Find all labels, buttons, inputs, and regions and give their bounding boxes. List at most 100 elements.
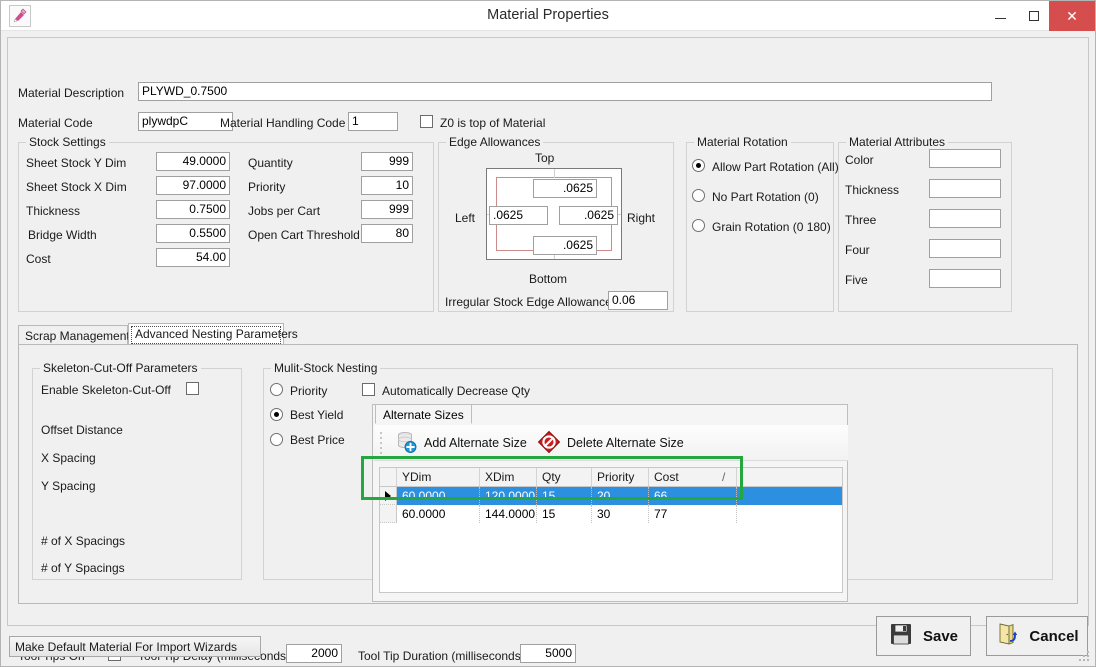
radio-allow-part-rotation[interactable] xyxy=(692,159,705,172)
attr-five-label: Five xyxy=(845,273,868,287)
make-default-material-label: Make Default Material For Import Wizards xyxy=(15,640,237,654)
cell-ydim[interactable]: 60.0000 xyxy=(397,505,480,523)
alternate-sizes-panel: Alternate Sizes xyxy=(372,404,848,602)
sheet-stock-y-input[interactable]: 49.0000 xyxy=(156,152,230,171)
edge-top-input[interactable]: .0625 xyxy=(533,179,597,198)
make-default-material-button[interactable]: Make Default Material For Import Wizards xyxy=(9,636,261,657)
tab-advanced-nesting-parameters[interactable]: Advanced Nesting Parameters xyxy=(128,323,284,344)
grid-header-row: YDim XDim Qty Priority Cost / xyxy=(380,468,842,487)
cell-cost[interactable]: 77 xyxy=(649,505,737,523)
attr-color-label: Color xyxy=(845,153,874,167)
radio-best-yield[interactable] xyxy=(270,408,283,421)
grid-header-ydim[interactable]: YDim xyxy=(397,468,480,486)
grid-header-qty[interactable]: Qty xyxy=(537,468,592,486)
minimize-button[interactable] xyxy=(983,1,1017,30)
radio-priority[interactable] xyxy=(270,383,283,396)
material-description-input[interactable]: PLYWD_0.7500 xyxy=(138,82,992,101)
radio-grain-rotation[interactable] xyxy=(692,219,705,232)
cell-ydim[interactable]: 60.0000 xyxy=(397,487,480,505)
thickness-input[interactable]: 0.7500 xyxy=(156,200,230,219)
edge-bottom-input[interactable]: .0625 xyxy=(533,236,597,255)
bridge-width-input[interactable]: 0.5500 xyxy=(156,224,230,243)
tool-tip-delay-input[interactable]: 2000 xyxy=(286,644,342,663)
x-spacing-label: X Spacing xyxy=(41,451,96,465)
attr-four-label: Four xyxy=(845,243,870,257)
material-handling-code-label: Material Handling Code xyxy=(220,116,345,130)
cost-input[interactable]: 54.00 xyxy=(156,248,230,267)
irregular-stock-edge-label: Irregular Stock Edge Allowance xyxy=(445,295,612,309)
maximize-icon xyxy=(1029,11,1039,21)
radio-no-part-rotation[interactable] xyxy=(692,189,705,202)
attr-three-input[interactable] xyxy=(929,209,1001,228)
add-alternate-size-button[interactable]: Add Alternate Size xyxy=(394,431,527,455)
sheet-stock-x-input[interactable]: 97.0000 xyxy=(156,176,230,195)
material-rotation-title: Material Rotation xyxy=(694,135,791,149)
toolbar-grip-handle[interactable] xyxy=(380,432,383,454)
title-bar: Material Properties ✕ xyxy=(1,1,1095,31)
auto-decrease-qty-checkbox[interactable] xyxy=(362,383,375,396)
add-database-icon xyxy=(394,430,418,457)
edge-left-label: Left xyxy=(455,211,475,225)
tab-scrap-management[interactable]: Scrap Management xyxy=(18,325,128,344)
irregular-stock-edge-input[interactable]: 0.06 xyxy=(608,291,668,310)
close-button[interactable]: ✕ xyxy=(1049,1,1095,31)
auto-decrease-qty-label: Automatically Decrease Qty xyxy=(382,384,530,398)
material-handling-code-input[interactable]: 1 xyxy=(348,112,398,131)
cost-label: Cost xyxy=(26,252,51,266)
open-cart-threshold-input[interactable]: 80 xyxy=(361,224,413,243)
cell-cost[interactable]: 66 xyxy=(649,487,737,505)
grid-header-priority[interactable]: Priority xyxy=(592,468,649,486)
attr-color-input[interactable] xyxy=(929,149,1001,168)
cell-qty[interactable]: 15 xyxy=(537,487,592,505)
edge-tick-top xyxy=(554,169,555,178)
attr-thickness-input[interactable] xyxy=(929,179,1001,198)
radio-best-price-label: Best Price xyxy=(290,433,345,447)
save-button-label: Save xyxy=(923,628,958,645)
radio-best-price[interactable] xyxy=(270,433,283,446)
cell-priority[interactable]: 20 xyxy=(592,487,649,505)
priority-input[interactable]: 10 xyxy=(361,176,413,195)
edge-right-label: Right xyxy=(627,211,655,225)
cell-qty[interactable]: 15 xyxy=(537,505,592,523)
skeleton-cutoff-group: Skeleton-Cut-Off Parameters xyxy=(32,368,242,580)
resize-grip[interactable] xyxy=(1078,650,1092,664)
attr-five-input[interactable] xyxy=(929,269,1001,288)
y-spacing-label: Y Spacing xyxy=(41,479,96,493)
edge-bottom-label: Bottom xyxy=(529,272,567,286)
cell-priority[interactable]: 30 xyxy=(592,505,649,523)
tool-tip-duration-input[interactable]: 5000 xyxy=(520,644,576,663)
z0-is-top-checkbox[interactable] xyxy=(420,115,433,128)
cell-xdim[interactable]: 120.0000 xyxy=(480,487,537,505)
jobs-per-cart-input[interactable]: 999 xyxy=(361,200,413,219)
tab-focus-ring xyxy=(131,326,281,344)
cancel-button[interactable]: Cancel xyxy=(986,616,1088,656)
alternate-sizes-grid[interactable]: YDim XDim Qty Priority Cost / 60.0000 12… xyxy=(379,467,843,593)
delete-alternate-size-button[interactable]: Delete Alternate Size xyxy=(537,431,684,455)
edge-left-input[interactable]: .0625 xyxy=(489,206,548,225)
attr-thickness-label: Thickness xyxy=(845,183,899,197)
radio-dot-icon xyxy=(274,412,279,417)
cell-xdim[interactable]: 144.0000 xyxy=(480,505,537,523)
radio-grain-rotation-label: Grain Rotation (0 180) xyxy=(712,220,831,234)
save-button[interactable]: Save xyxy=(876,616,971,656)
edge-right-input[interactable]: .0625 xyxy=(559,206,618,225)
tab-alternate-sizes[interactable]: Alternate Sizes xyxy=(375,404,472,424)
sheet-stock-y-label: Sheet Stock Y Dim xyxy=(26,156,126,170)
edge-top-label: Top xyxy=(535,151,554,165)
delete-alternate-size-label: Delete Alternate Size xyxy=(567,436,684,450)
enable-skeleton-cutoff-label: Enable Skeleton-Cut-Off xyxy=(41,383,171,397)
enable-skeleton-cutoff-checkbox[interactable] xyxy=(186,382,199,395)
thickness-label: Thickness xyxy=(26,204,80,218)
row-selector-cell[interactable] xyxy=(380,487,397,505)
grid-header-xdim[interactable]: XDim xyxy=(480,468,537,486)
grid-header-rowselector xyxy=(380,468,397,486)
maximize-button[interactable] xyxy=(1017,1,1051,30)
material-attributes-title: Material Attributes xyxy=(846,135,948,149)
table-row[interactable]: 60.0000 144.0000 15 30 77 xyxy=(380,505,842,523)
attr-four-input[interactable] xyxy=(929,239,1001,258)
row-selector-cell[interactable] xyxy=(380,505,397,523)
row-current-arrow-icon xyxy=(385,491,391,501)
material-code-input[interactable]: plywdpC xyxy=(138,112,233,131)
quantity-input[interactable]: 999 xyxy=(361,152,413,171)
table-row[interactable]: 60.0000 120.0000 15 20 66 xyxy=(380,487,842,505)
